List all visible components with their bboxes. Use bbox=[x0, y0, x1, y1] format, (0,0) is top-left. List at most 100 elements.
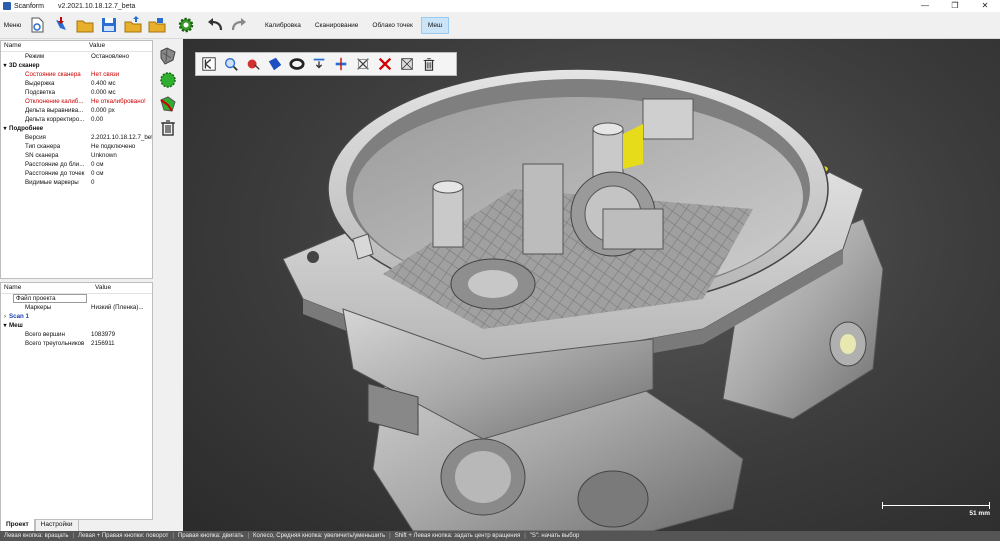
property-row[interactable]: Расстояние до точек 0 см bbox=[1, 169, 152, 178]
property-row[interactable]: ▾ 3D сканер bbox=[1, 61, 152, 70]
app-title: Scanform bbox=[14, 2, 44, 10]
mesh-model bbox=[282, 68, 884, 531]
property-name: Маркеры bbox=[25, 304, 52, 311]
property-value: 0 см bbox=[91, 170, 104, 177]
property-name: Тип сканера bbox=[25, 143, 61, 150]
property-name: Состояние сканера bbox=[25, 71, 81, 78]
ring-icon[interactable] bbox=[288, 55, 306, 73]
export-folder-icon[interactable] bbox=[124, 16, 142, 34]
property-value: 0.000 px bbox=[91, 107, 115, 114]
mesh-color-icon[interactable] bbox=[158, 94, 178, 114]
left-panel: Name Value Режим Остановлено ▾ 3D сканер Сос… bbox=[0, 39, 153, 520]
project-folder-icon[interactable] bbox=[148, 16, 166, 34]
settings-gear-icon[interactable] bbox=[177, 16, 195, 34]
viewport-toolbar bbox=[195, 52, 457, 76]
property-row[interactable]: Видимые маркеры 0 bbox=[1, 178, 152, 187]
property-name: Дельта выравнива... bbox=[25, 107, 84, 114]
scale-bar: 51 mm bbox=[882, 502, 990, 519]
trash-icon[interactable] bbox=[420, 55, 438, 73]
mesh-crumpled-icon[interactable] bbox=[158, 46, 178, 66]
zoom-fit-icon[interactable] bbox=[222, 55, 240, 73]
tab-point-cloud[interactable]: Облако точек bbox=[366, 18, 418, 33]
save-icon[interactable] bbox=[100, 16, 118, 34]
green-blob-icon[interactable] bbox=[158, 70, 178, 90]
trash-icon[interactable] bbox=[158, 118, 178, 138]
property-row[interactable]: Расстояние до бли... 0 см bbox=[1, 160, 152, 169]
expand-arrow-icon[interactable]: ▾ bbox=[1, 62, 9, 70]
property-row[interactable]: Всего вершин 1083979 bbox=[1, 330, 152, 339]
delete-red-icon[interactable] bbox=[376, 55, 394, 73]
property-row[interactable]: Тип сканера Не подключено bbox=[1, 142, 152, 151]
align-down-icon[interactable] bbox=[310, 55, 328, 73]
property-row[interactable]: Дельта корректиро... 0.00 bbox=[1, 115, 152, 124]
property-value bbox=[85, 312, 152, 321]
property-row[interactable]: › Scan 1 bbox=[1, 312, 152, 321]
property-row[interactable]: Файл проекта bbox=[1, 294, 152, 303]
property-row[interactable]: Дельта выравнива... 0.000 px bbox=[1, 106, 152, 115]
column-name-header: Name bbox=[4, 42, 22, 49]
property-value: Остановлено bbox=[91, 53, 130, 60]
plane-icon[interactable] bbox=[266, 55, 284, 73]
property-name: Подробнее bbox=[9, 125, 44, 132]
property-value bbox=[91, 294, 152, 303]
property-value: 0.000 мс bbox=[91, 89, 116, 96]
property-value: Не подключено bbox=[91, 143, 136, 150]
open-folder-icon[interactable] bbox=[76, 16, 94, 34]
maximize-button[interactable]: ❐ bbox=[940, 0, 970, 12]
redo-icon[interactable] bbox=[230, 16, 248, 34]
status-hint: Левая + Правая кнопки: поворот bbox=[78, 533, 169, 539]
status-hint: Левая кнопка: вращать bbox=[4, 533, 69, 539]
invert-selection-icon[interactable] bbox=[398, 55, 416, 73]
property-name: Видимые маркеры bbox=[25, 179, 79, 186]
property-value bbox=[85, 124, 152, 133]
new-file-icon[interactable] bbox=[28, 16, 46, 34]
property-row[interactable]: SN сканера Unknown bbox=[1, 151, 152, 160]
property-value: Не откалибровано! bbox=[91, 98, 146, 105]
property-name: Расстояние до бли... bbox=[25, 161, 85, 168]
property-row[interactable]: Выдержка 0.400 мс bbox=[1, 79, 152, 88]
property-value: Unknown bbox=[91, 152, 117, 159]
property-row[interactable]: ▾ Подробнее bbox=[1, 124, 152, 133]
property-value: 0.400 мс bbox=[91, 80, 116, 87]
import-icon[interactable] bbox=[52, 16, 70, 34]
app-version: v2.2021.10.18.12.7_beta bbox=[57, 2, 136, 10]
tab-calibration[interactable]: Калибровка bbox=[259, 18, 307, 33]
property-row[interactable]: Маркеры Низкий (Пленка)... bbox=[1, 303, 152, 312]
menu-button[interactable]: Меню bbox=[0, 22, 25, 29]
property-value: 2156911 bbox=[91, 340, 115, 347]
property-row[interactable]: Всего треугольников 2156911 bbox=[1, 339, 152, 348]
flip-plane-icon[interactable] bbox=[332, 55, 350, 73]
status-bar: Левая кнопка: вращать | Левая + Правая кн… bbox=[0, 531, 1000, 541]
cut-mesh-icon[interactable] bbox=[354, 55, 372, 73]
property-value: 0.00 bbox=[91, 116, 104, 123]
title-bar: Scanform v2.2021.10.18.12.7_beta — ❐ ✕ bbox=[0, 0, 1000, 12]
expand-arrow-icon[interactable]: ▾ bbox=[1, 125, 9, 133]
property-value: Нет связи bbox=[91, 71, 120, 78]
view-reset-icon[interactable] bbox=[200, 55, 218, 73]
status-hint: "S": начать выбор bbox=[529, 533, 580, 539]
property-row[interactable]: Версия 2.2021.10.18.12.7_beta bbox=[1, 133, 152, 142]
property-name: Подсветка bbox=[25, 89, 56, 96]
3d-viewport[interactable]: 51 mm bbox=[183, 39, 1000, 531]
property-row[interactable]: ▾ Меш bbox=[1, 321, 152, 330]
property-name: Версия bbox=[25, 134, 46, 141]
property-row[interactable]: Состояние сканера Нет связи bbox=[1, 70, 152, 79]
property-name: Расстояние до точек bbox=[25, 170, 85, 177]
expand-arrow-icon[interactable]: ▾ bbox=[1, 322, 9, 330]
property-value bbox=[85, 321, 152, 330]
property-row[interactable]: Подсветка 0.000 мс bbox=[1, 88, 152, 97]
column-value-header: Value bbox=[95, 284, 112, 291]
property-name: Дельта корректиро... bbox=[25, 116, 85, 123]
minimize-button[interactable]: — bbox=[910, 0, 940, 12]
property-name: Выдержка bbox=[25, 80, 55, 87]
project-properties-tree: Name Value Файл проекта Маркеры Низкий (Пл… bbox=[0, 282, 153, 520]
tab-mesh[interactable]: Меш bbox=[420, 16, 450, 34]
select-points-icon[interactable] bbox=[244, 55, 262, 73]
expand-arrow-icon[interactable]: › bbox=[1, 313, 9, 321]
undo-icon[interactable] bbox=[206, 16, 224, 34]
close-button[interactable]: ✕ bbox=[970, 0, 1000, 12]
tab-scanning[interactable]: Сканирование bbox=[309, 18, 365, 33]
side-toolbar bbox=[156, 42, 182, 141]
property-row[interactable]: Отклонение калиб... Не откалибровано! bbox=[1, 97, 152, 106]
property-row[interactable]: Режим Остановлено bbox=[1, 52, 152, 61]
